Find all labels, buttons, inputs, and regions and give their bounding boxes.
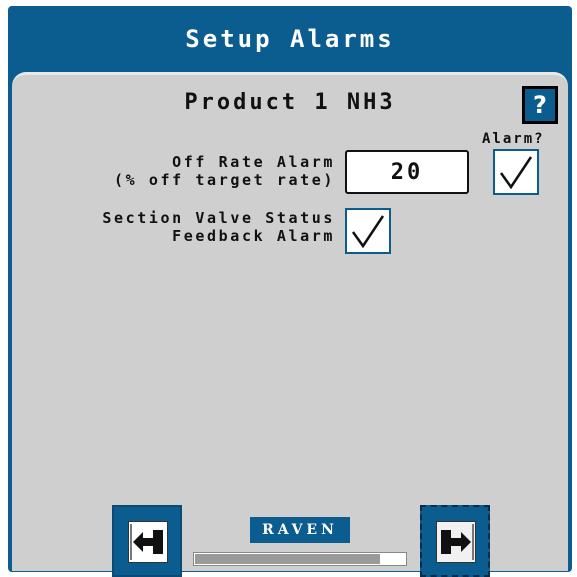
raven-logo: RAVEN <box>250 517 350 543</box>
app-window: Setup Alarms Product 1 NH3 ? Alarm? Off … <box>8 6 572 577</box>
help-button[interactable]: ? <box>522 86 558 124</box>
checkmark-icon <box>351 215 385 249</box>
off-rate-label-line1: Off Rate Alarm <box>172 153 335 171</box>
off-rate-alarm-checkbox[interactable] <box>493 149 539 195</box>
product-title: Product 1 NH3 <box>184 90 396 115</box>
off-rate-label-line2: (% off target rate) <box>114 171 335 189</box>
page-title: Setup Alarms <box>185 25 395 53</box>
next-button[interactable] <box>420 505 490 577</box>
progress-bar <box>193 552 407 566</box>
section-valve-label-line1: Section Valve Status <box>102 209 335 227</box>
progress-fill <box>195 554 380 564</box>
section-valve-alarm-checkbox[interactable] <box>345 208 391 254</box>
back-arrow-icon <box>128 521 168 563</box>
section-valve-label: Section Valve Status Feedback Alarm <box>102 209 335 245</box>
off-rate-input[interactable]: 20 <box>345 150 469 194</box>
next-arrow-icon <box>436 521 476 563</box>
alarm-column-header: Alarm? <box>482 131 545 147</box>
section-valve-label-line2: Feedback Alarm <box>172 227 335 245</box>
help-icon: ? <box>533 91 547 119</box>
off-rate-label: Off Rate Alarm (% off target rate) <box>114 153 335 189</box>
checkmark-icon <box>499 156 533 190</box>
content-panel: Product 1 NH3 ? Alarm? Off Rate Alarm (%… <box>12 72 568 577</box>
back-button[interactable] <box>112 505 182 577</box>
